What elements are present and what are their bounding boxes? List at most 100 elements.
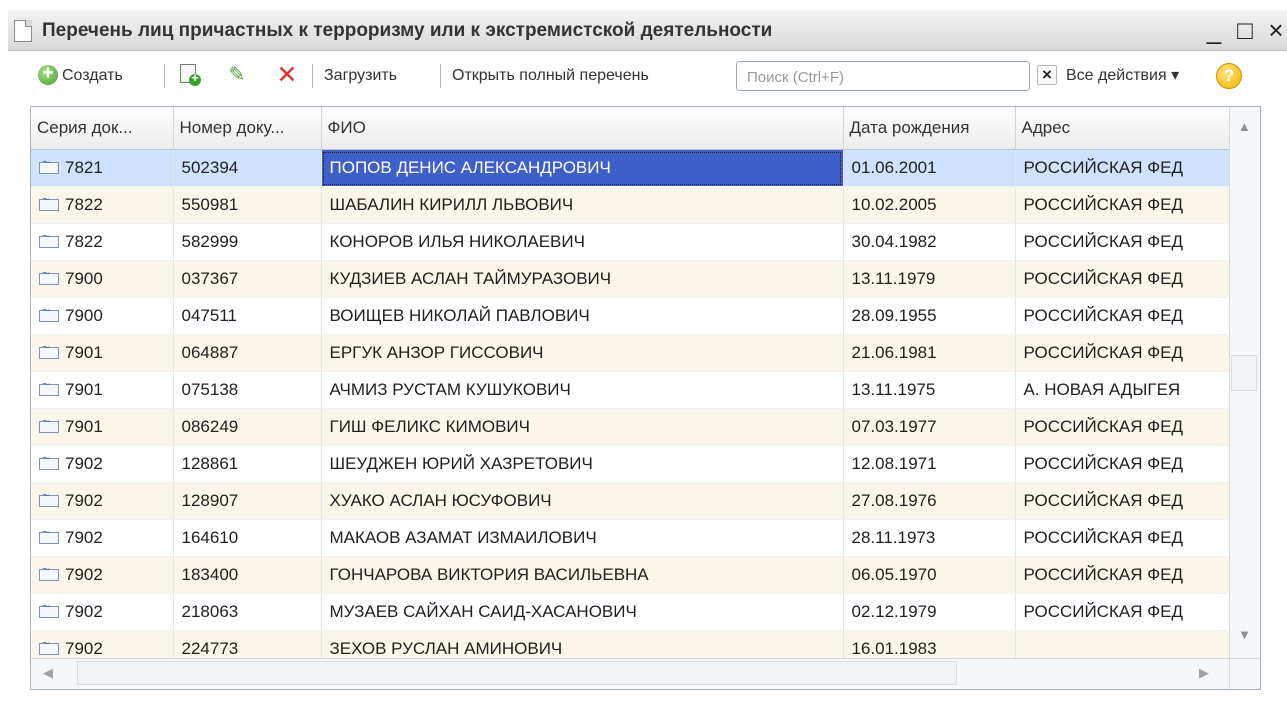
cell-series[interactable]: 7902: [31, 556, 174, 594]
scroll-down-icon[interactable]: ▼: [1238, 627, 1251, 642]
table-row[interactable]: 7900 037367 КУДЗИЕВ АСЛАН ТАЙМУРАЗОВИЧ 13.1…: [31, 260, 1232, 298]
cell-series[interactable]: 7822: [31, 223, 174, 261]
table-row[interactable]: 7821 502394 ПОПОВ ДЕНИС АЛЕКСАНДРОВИЧ 01.06…: [31, 149, 1232, 187]
cell-series[interactable]: 7901: [31, 334, 174, 372]
cell-fio[interactable]: ШЕУДЖЕН ЮРИЙ ХАЗРЕТОВИЧ: [321, 445, 844, 483]
cell-birthdate[interactable]: 30.04.1982: [843, 223, 1016, 261]
cell-number[interactable]: 502394: [173, 149, 322, 187]
table-row[interactable]: 7900 047511 ВОИЩЕВ НИКОЛАЙ ПАВЛОВИЧ 28.09.1…: [31, 297, 1232, 335]
cell-series[interactable]: 7900: [31, 260, 174, 298]
column-header-number[interactable]: Номер доку...: [173, 107, 322, 150]
cell-number[interactable]: 218063: [173, 593, 322, 631]
cell-birthdate[interactable]: 28.09.1955: [843, 297, 1016, 335]
cell-fio[interactable]: МУЗАЕВ САЙХАН САИД-ХАСАНОВИЧ: [321, 593, 844, 631]
cell-number[interactable]: 164610: [173, 519, 322, 557]
table-row[interactable]: 7902 128907 ХУАКО АСЛАН ЮСУФОВИЧ 27.08.1976…: [31, 482, 1232, 520]
cell-number[interactable]: 075138: [173, 371, 322, 409]
table-row[interactable]: 7902 128861 ШЕУДЖЕН ЮРИЙ ХАЗРЕТОВИЧ 12.08.1…: [31, 445, 1232, 483]
cell-series[interactable]: 7822: [31, 186, 174, 224]
vertical-scrollbar[interactable]: ▲ ▼: [1229, 107, 1260, 659]
cell-fio[interactable]: ПОПОВ ДЕНИС АЛЕКСАНДРОВИЧ: [321, 149, 844, 187]
column-header-birthdate[interactable]: Дата рождения: [843, 107, 1016, 150]
minimize-button[interactable]: _: [1202, 16, 1226, 44]
scroll-left-icon[interactable]: ◀: [43, 665, 53, 681]
cell-address[interactable]: РОССИЙСКАЯ ФЕД: [1015, 482, 1232, 520]
search-field[interactable]: [736, 61, 1030, 91]
scroll-right-icon[interactable]: ▶: [1199, 665, 1209, 681]
table-row[interactable]: 7902 164610 МАКАОВ АЗАМАТ ИЗМАИЛОВИЧ 28.11.…: [31, 519, 1232, 557]
column-header-fio[interactable]: ФИО: [321, 107, 844, 150]
cell-series[interactable]: 7901: [31, 371, 174, 409]
open-full-list-button[interactable]: Открыть полный перечень: [452, 64, 649, 88]
cell-fio[interactable]: ВОИЩЕВ НИКОЛАЙ ПАВЛОВИЧ: [321, 297, 844, 335]
cell-birthdate[interactable]: 13.11.1979: [843, 260, 1016, 298]
cell-birthdate[interactable]: 07.03.1977: [843, 408, 1016, 446]
cell-birthdate[interactable]: 28.11.1973: [843, 519, 1016, 557]
load-button[interactable]: Загрузить: [324, 64, 397, 88]
cell-fio[interactable]: ХУАКО АСЛАН ЮСУФОВИЧ: [321, 482, 844, 520]
table-row[interactable]: 7901 075138 АЧМИЗ РУСТАМ КУШУКОВИЧ 13.11.19…: [31, 371, 1232, 409]
cell-birthdate[interactable]: 10.02.2005: [843, 186, 1016, 224]
cell-number[interactable]: 128861: [173, 445, 322, 483]
column-header-address[interactable]: Адрес: [1015, 107, 1232, 150]
clear-search-button[interactable]: ×: [1037, 65, 1057, 85]
edit-icon[interactable]: ✎: [226, 63, 248, 87]
help-icon[interactable]: ?: [1216, 63, 1242, 89]
cell-series[interactable]: 7821: [31, 149, 174, 187]
close-button[interactable]: ×: [1264, 16, 1287, 44]
horizontal-scrollbar[interactable]: ◀ ▶: [31, 658, 1230, 689]
table-row[interactable]: 7902 183400 ГОНЧАРОВА ВИКТОРИЯ ВАСИЛЬЕВНА 0…: [31, 556, 1232, 594]
cell-address[interactable]: РОССИЙСКАЯ ФЕД: [1015, 186, 1232, 224]
cell-fio[interactable]: МАКАОВ АЗАМАТ ИЗМАИЛОВИЧ: [321, 519, 844, 557]
cell-birthdate[interactable]: 13.11.1975: [843, 371, 1016, 409]
cell-fio[interactable]: ГИШ ФЕЛИКС КИМОВИЧ: [321, 408, 844, 446]
cell-number[interactable]: 128907: [173, 482, 322, 520]
scroll-up-icon[interactable]: ▲: [1238, 119, 1251, 134]
cell-birthdate[interactable]: 02.12.1979: [843, 593, 1016, 631]
search-input[interactable]: [745, 66, 999, 88]
cell-birthdate[interactable]: 01.06.2001: [843, 149, 1016, 187]
maximize-button[interactable]: □: [1233, 16, 1257, 44]
cell-fio[interactable]: ШАБАЛИН КИРИЛЛ ЛЬВОВИЧ: [321, 186, 844, 224]
table-row[interactable]: 7901 086249 ГИШ ФЕЛИКС КИМОВИЧ 07.03.1977 РО…: [31, 408, 1232, 446]
cell-number[interactable]: 047511: [173, 297, 322, 335]
cell-address[interactable]: РОССИЙСКАЯ ФЕД: [1015, 223, 1232, 261]
cell-series[interactable]: 7902: [31, 593, 174, 631]
cell-number[interactable]: 037367: [173, 260, 322, 298]
cell-address[interactable]: РОССИЙСКАЯ ФЕД: [1015, 556, 1232, 594]
scroll-thumb[interactable]: [77, 661, 957, 685]
cell-series[interactable]: 7901: [31, 408, 174, 446]
cell-address[interactable]: РОССИЙСКАЯ ФЕД: [1015, 408, 1232, 446]
cell-number[interactable]: 183400: [173, 556, 322, 594]
column-header-series[interactable]: Серия док...: [31, 107, 174, 150]
cell-fio[interactable]: КОНОРОВ ИЛЬЯ НИКОЛАЕВИЧ: [321, 223, 844, 261]
cell-address[interactable]: А. НОВАЯ АДЫГЕЯ: [1015, 371, 1232, 409]
cell-number[interactable]: 582999: [173, 223, 322, 261]
table-row[interactable]: 7901 064887 ЕРГУК АНЗОР ГИССОВИЧ 21.06.1981…: [31, 334, 1232, 372]
cell-fio[interactable]: ГОНЧАРОВА ВИКТОРИЯ ВАСИЛЬЕВНА: [321, 556, 844, 594]
create-icon[interactable]: [38, 62, 58, 85]
cell-number[interactable]: 086249: [173, 408, 322, 446]
all-actions-menu[interactable]: Все действия ▾: [1066, 64, 1179, 88]
cell-address[interactable]: РОССИЙСКАЯ ФЕД: [1015, 149, 1232, 187]
cell-address[interactable]: РОССИЙСКАЯ ФЕД: [1015, 593, 1232, 631]
cell-address[interactable]: РОССИЙСКАЯ ФЕД: [1015, 445, 1232, 483]
cell-series[interactable]: 7902: [31, 445, 174, 483]
cell-birthdate[interactable]: 27.08.1976: [843, 482, 1016, 520]
cell-fio[interactable]: КУДЗИЕВ АСЛАН ТАЙМУРАЗОВИЧ: [321, 260, 844, 298]
scroll-thumb[interactable]: [1231, 355, 1257, 391]
create-button[interactable]: Создать: [62, 64, 123, 88]
cell-address[interactable]: РОССИЙСКАЯ ФЕД: [1015, 297, 1232, 335]
cell-series[interactable]: 7900: [31, 297, 174, 335]
cell-fio[interactable]: АЧМИЗ РУСТАМ КУШУКОВИЧ: [321, 371, 844, 409]
cell-birthdate[interactable]: 06.05.1970: [843, 556, 1016, 594]
table-row[interactable]: 7822 582999 КОНОРОВ ИЛЬЯ НИКОЛАЕВИЧ 30.04.1…: [31, 223, 1232, 261]
cell-address[interactable]: РОССИЙСКАЯ ФЕД: [1015, 334, 1232, 372]
cell-series[interactable]: 7902: [31, 519, 174, 557]
cell-number[interactable]: 550981: [173, 186, 322, 224]
delete-icon[interactable]: ✕: [276, 62, 298, 88]
cell-address[interactable]: РОССИЙСКАЯ ФЕД: [1015, 260, 1232, 298]
copy-icon[interactable]: [180, 64, 201, 86]
cell-birthdate[interactable]: 21.06.1981: [843, 334, 1016, 372]
cell-address[interactable]: РОССИЙСКАЯ ФЕД: [1015, 519, 1232, 557]
